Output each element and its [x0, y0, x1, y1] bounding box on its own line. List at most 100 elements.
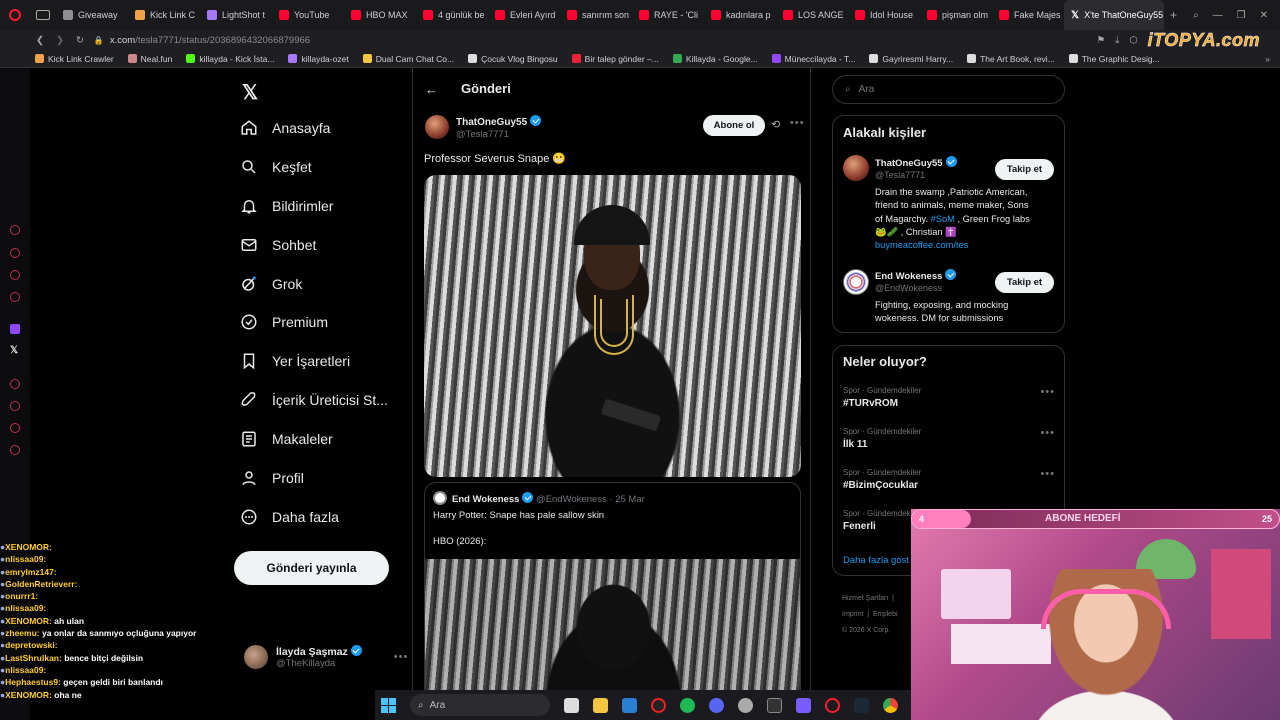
chat-username[interactable]: LastShrulkan: [5, 653, 62, 663]
chat-username[interactable]: emrylmz147: [5, 567, 57, 577]
bookmark-item[interactable]: Kick Link Crawler [28, 54, 121, 64]
sidebar-app-icon[interactable] [10, 248, 20, 258]
trend-item[interactable]: Spor · Gündemdekiler #BizimÇocuklar ••• [843, 468, 1055, 491]
bookmark-item[interactable]: Dual Cam Chat Co... [356, 54, 461, 64]
search-tabs-icon[interactable]: ⌕ [1193, 10, 1199, 21]
chat-username[interactable]: Hephaestus9: [5, 677, 61, 687]
bookmark-item[interactable]: Bir talep gönder –... [565, 54, 666, 64]
active-tab[interactable]: 𝕏 X'te ThatOneGuy55 [1064, 0, 1164, 30]
browser-tab[interactable]: Kick Link C [128, 0, 200, 30]
browser-tab[interactable]: Evleri Ayırd [488, 0, 560, 30]
post-image[interactable] [424, 175, 801, 477]
back-arrow-icon[interactable]: ← [425, 82, 438, 97]
bookmark-item[interactable]: The Art Book, revi... [960, 54, 1062, 64]
opera-logo-icon[interactable] [0, 0, 30, 30]
person-name[interactable]: End Wokeness [875, 271, 942, 282]
app-icon[interactable] [622, 697, 637, 713]
nav-item[interactable]: Makaleler [240, 430, 333, 448]
trend-more-icon[interactable]: ••• [1040, 468, 1055, 480]
nav-item[interactable]: Profil [240, 469, 304, 487]
nav-item[interactable]: Grok [240, 275, 302, 293]
app-icon[interactable] [767, 697, 782, 713]
sidebar-app-icon[interactable] [10, 292, 20, 302]
trend-more-icon[interactable]: ••• [1040, 427, 1055, 439]
author-avatar[interactable] [425, 115, 449, 139]
chat-username[interactable]: nlissaa09: [5, 554, 46, 564]
nav-item[interactable]: İçerik Üreticisi St... [240, 391, 388, 409]
bookmark-item[interactable]: Killayda - Google... [666, 54, 765, 64]
taskbar-search[interactable]: ⌕ Ara [410, 694, 550, 716]
spotify-icon[interactable] [680, 697, 695, 713]
account-switcher[interactable]: İlayda Şaşmaz @TheKillayda ••• [244, 645, 408, 669]
new-tab-icon[interactable]: + [1170, 8, 1177, 22]
browser-tab[interactable]: sanırım son [560, 0, 632, 30]
reload-icon[interactable]: ↻ [76, 35, 84, 46]
author-handle[interactable]: @Tesla7771 [456, 129, 509, 140]
browser-tab[interactable]: 4 günlük be [416, 0, 488, 30]
tab-overview-icon[interactable] [36, 10, 50, 20]
hashtag-link[interactable]: #SoM [931, 214, 955, 224]
nav-item[interactable]: Daha fazla [240, 508, 339, 526]
avatar[interactable] [843, 269, 869, 295]
chat-username[interactable]: GoldenRetrieverr: [5, 579, 77, 589]
person-name[interactable]: ThatOneGuy55 [875, 158, 943, 169]
file-explorer-icon[interactable] [593, 697, 608, 713]
chat-username[interactable]: depretowski: [5, 640, 57, 650]
browser-tab[interactable]: YouTube [272, 0, 344, 30]
app-icon[interactable] [796, 697, 811, 713]
author-name[interactable]: ThatOneGuy55 [456, 117, 527, 128]
bookmark-page-icon[interactable]: ⚑ [1097, 35, 1106, 46]
browser-tab[interactable]: Giveaway [56, 0, 128, 30]
browser-tab[interactable]: LOS ANGE [776, 0, 848, 30]
grok-explain-icon[interactable]: ⟲ [771, 118, 780, 131]
app-icon[interactable] [651, 697, 666, 713]
nav-item[interactable]: Keşfet [240, 158, 312, 176]
more-bookmarks-icon[interactable]: » [1265, 54, 1280, 64]
url-field[interactable]: x.com/tesla7771/status/20368964320668799… [110, 35, 310, 46]
discord-icon[interactable] [709, 697, 724, 713]
sidebar-app-icon[interactable] [10, 423, 20, 433]
sidebar-app-icon[interactable] [10, 401, 20, 411]
footer-link[interactable]: Hizmet Şartları [842, 595, 888, 602]
chrome-icon[interactable] [883, 697, 898, 713]
nav-item[interactable]: Bildirimler [240, 197, 333, 215]
chat-username[interactable]: zheemu: [5, 628, 39, 638]
back-icon[interactable]: ❮ [36, 35, 44, 46]
chat-username[interactable]: onurrr1: [5, 591, 38, 601]
browser-tab[interactable]: Fake Majes [992, 0, 1064, 30]
bookmark-item[interactable]: Gayriresmi Harry... [862, 54, 960, 64]
sidebar-app-icon[interactable] [10, 379, 20, 389]
browser-tab[interactable]: kadınlara p [704, 0, 776, 30]
steam-icon[interactable] [854, 697, 869, 713]
chat-username[interactable]: XENOMOR: [5, 542, 52, 552]
task-view-icon[interactable] [564, 697, 579, 713]
bio-link[interactable]: buymeacoffee.com/tes [875, 239, 1060, 252]
trend-item[interactable]: Spor · Gündemdekiler #TURvROM ••• [843, 386, 1055, 409]
post-more-icon[interactable]: ••• [790, 117, 805, 129]
nav-item[interactable]: Anasayfa [240, 119, 330, 137]
nav-item[interactable]: Premium [240, 313, 328, 331]
browser-tab[interactable]: pişman olm [920, 0, 992, 30]
search-box[interactable]: ⌕ Ara [832, 75, 1065, 104]
follow-button[interactable]: Takip et [995, 272, 1054, 293]
nav-item[interactable]: Yer İşaretleri [240, 352, 350, 370]
bookmark-item[interactable]: Neal.fun [121, 54, 180, 64]
sidebar-app-icon[interactable] [10, 225, 20, 235]
opera-taskbar-icon[interactable] [825, 697, 840, 713]
download-icon[interactable]: ⤓ [1115, 35, 1119, 46]
subscribe-button[interactable]: Abone ol [703, 115, 765, 136]
sidebar-app-icon[interactable] [10, 270, 20, 280]
post-button[interactable]: Gönderi yayınla [234, 551, 389, 585]
account-more-icon[interactable]: ••• [394, 651, 409, 663]
restore-icon[interactable]: ❐ [1237, 10, 1246, 21]
chat-username[interactable]: nlissaa09: [5, 603, 46, 613]
minimize-icon[interactable]: — [1213, 10, 1223, 21]
chat-username[interactable]: XENOMOR: [5, 690, 52, 700]
browser-tab[interactable]: Idol House [848, 0, 920, 30]
close-window-icon[interactable]: ✕ [1260, 10, 1268, 21]
windows-start-icon[interactable] [381, 697, 396, 713]
nav-item[interactable]: Sohbet [240, 236, 316, 254]
follow-button[interactable]: Takip et [995, 159, 1054, 180]
avatar[interactable] [843, 155, 869, 181]
twitch-icon[interactable] [10, 324, 20, 334]
